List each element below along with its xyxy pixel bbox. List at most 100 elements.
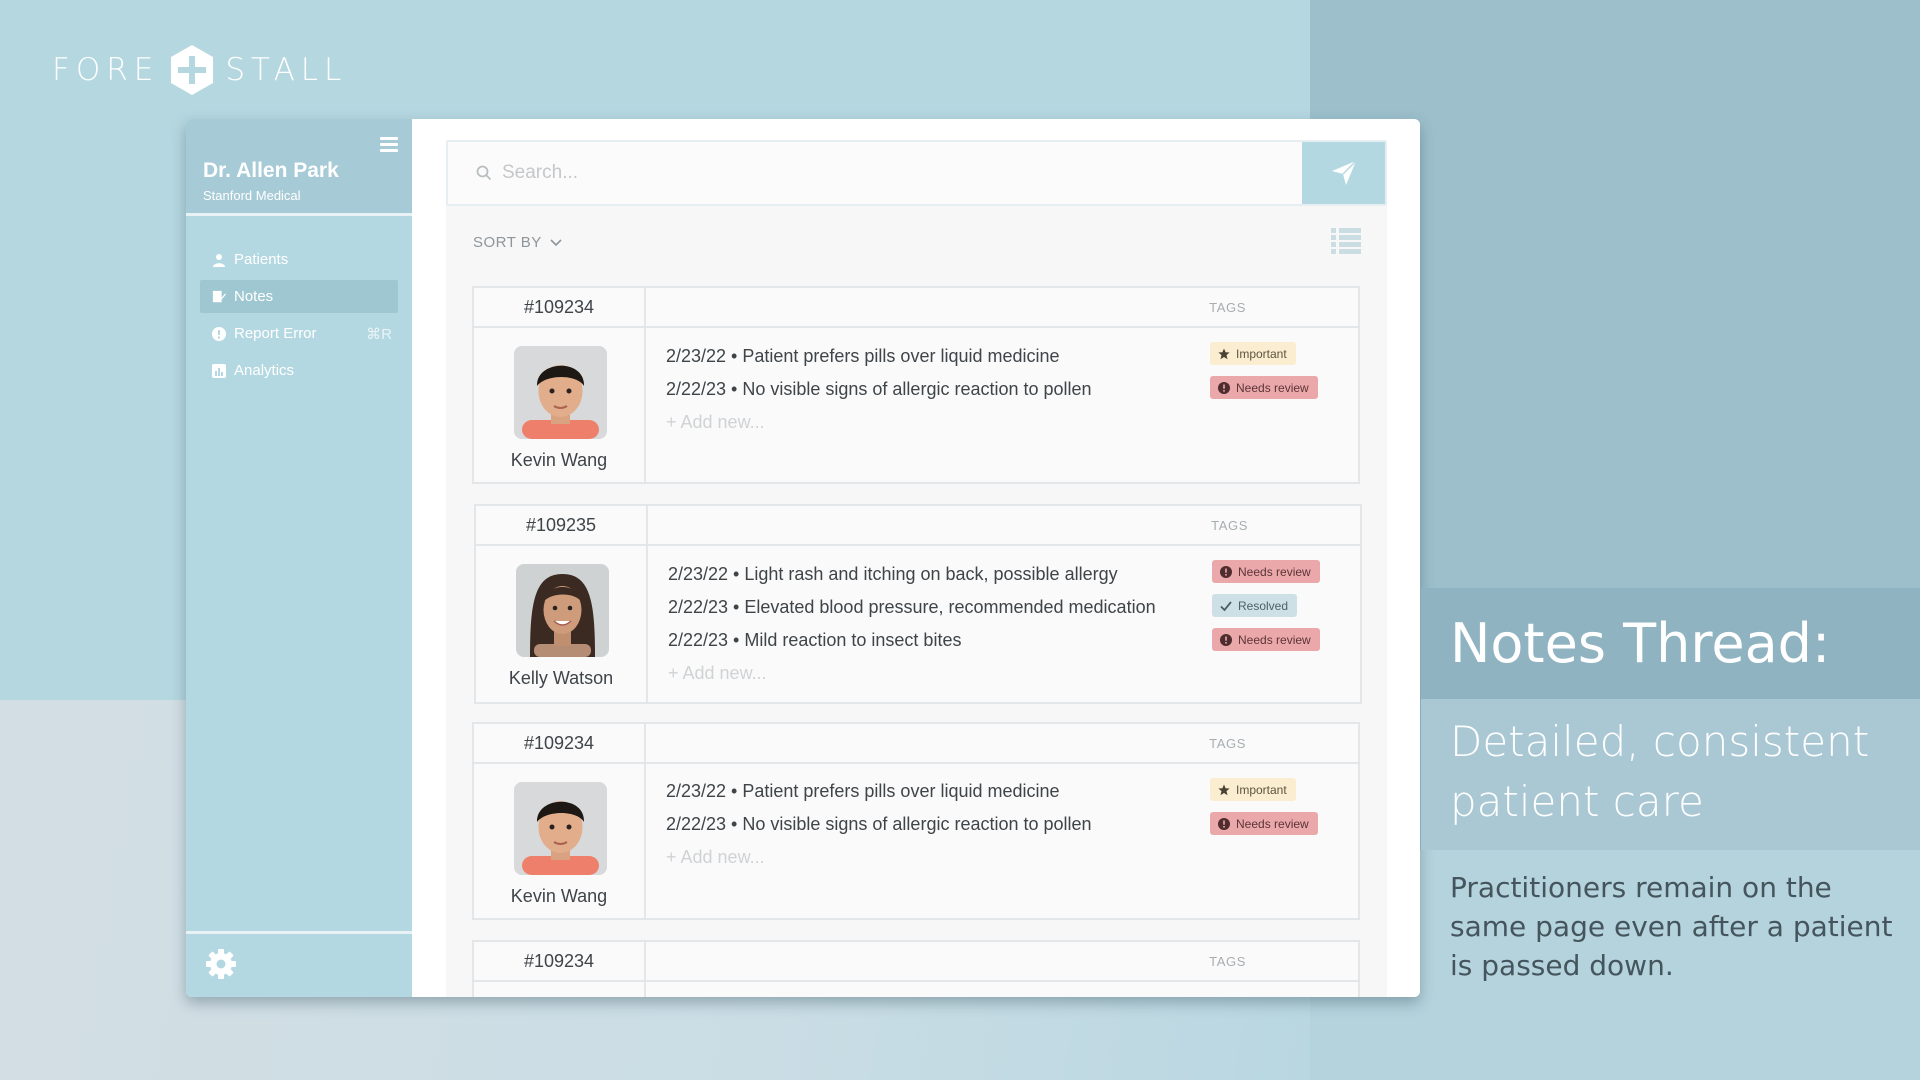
check-icon xyxy=(1220,600,1232,612)
brand-word-right: STALL xyxy=(225,52,348,88)
chevron-down-icon xyxy=(550,238,562,246)
main-panel: Search... SORT BY #109234 TAGS Kevin Wan… xyxy=(412,119,1420,997)
sidebar-item-report-error[interactable]: Report Error ⌘R xyxy=(200,317,398,350)
note-entry[interactable]: 2/23/22 • Patient prefers pills over liq… xyxy=(666,780,1092,813)
patient-cell: Kevin Wang xyxy=(474,328,646,482)
tag-list: Important Needs review xyxy=(1210,778,1318,846)
send-icon xyxy=(1331,160,1357,185)
add-note-button[interactable]: + Add new... xyxy=(666,846,1092,879)
star-icon xyxy=(1218,784,1230,796)
tag-label: Needs review xyxy=(1236,816,1309,831)
user-org: Stanford Medical xyxy=(203,188,301,203)
list-view-icon[interactable] xyxy=(1331,228,1361,254)
card-header: #109234 TAGS xyxy=(474,288,1358,328)
avatar xyxy=(514,346,607,439)
patient-name: Kevin Wang xyxy=(510,450,608,470)
patient-name: Kelly Watson xyxy=(508,668,614,688)
patient-cell: Kelly Watson xyxy=(476,546,648,702)
sidebar-item-notes[interactable]: Notes xyxy=(200,280,398,313)
list-toolbar: SORT BY xyxy=(446,206,1387,272)
note-card[interactable]: #109235 TAGS Kelly Watson 2/23/22 • Ligh… xyxy=(474,504,1362,704)
add-note-button[interactable]: + Add new... xyxy=(666,411,1092,444)
tag-needs-review[interactable]: Needs review xyxy=(1212,628,1320,651)
shortcut-hint: ⌘R xyxy=(366,325,392,343)
chart-icon xyxy=(212,363,226,378)
tag-label: Important xyxy=(1236,346,1287,361)
alert-icon xyxy=(1220,633,1232,646)
note-entry[interactable]: 2/22/23 • Mild reaction to insect bites xyxy=(668,629,1156,662)
user-name: Dr. Allen Park xyxy=(203,159,339,182)
note-entry[interactable]: 2/22/23 • Elevated blood pressure, recom… xyxy=(668,596,1156,629)
tag-label: Needs review xyxy=(1238,632,1311,647)
notes-thread: 2/23/22 • Patient prefers pills over liq… xyxy=(646,328,1092,482)
notes-list: SORT BY #109234 TAGS Kevin Wang 2/23/22 … xyxy=(446,206,1387,997)
feature-title: Notes Thread: xyxy=(1450,612,1831,675)
send-button[interactable] xyxy=(1302,142,1385,204)
sidebar-item-analytics[interactable]: Analytics xyxy=(200,354,398,387)
alert-icon xyxy=(1218,381,1230,394)
menu-icon[interactable] xyxy=(380,137,398,155)
tag-resolved[interactable]: Resolved xyxy=(1212,594,1298,617)
star-icon xyxy=(1218,348,1230,360)
tag-label: Needs review xyxy=(1238,564,1311,579)
tag-list: Important Needs review xyxy=(1210,342,1318,410)
sort-dropdown[interactable]: SORT BY xyxy=(473,234,562,251)
patient-id: #109235 xyxy=(476,506,648,544)
sidebar-nav: Patients Notes Report Error ⌘R Analytics xyxy=(186,243,412,387)
hex-cross-icon xyxy=(171,45,214,95)
tags-header: TAGS xyxy=(1209,300,1246,315)
sidebar-item-label: Report Error xyxy=(234,325,317,342)
alert-icon xyxy=(1218,817,1230,830)
tags-header: TAGS xyxy=(1209,954,1246,969)
note-entry[interactable]: 2/22/23 • No visible signs of allergic r… xyxy=(666,378,1092,411)
alert-icon xyxy=(1220,565,1232,578)
tag-label: Important xyxy=(1236,782,1287,797)
brand-logo: FORE STALL xyxy=(52,44,347,96)
feature-description: Practitioners remain on the same page ev… xyxy=(1450,871,1893,982)
feature-subtitle: Detailed, consistent patient care xyxy=(1450,717,1870,826)
gear-icon[interactable] xyxy=(206,949,236,979)
app-window: Dr. Allen Park Stanford Medical Patients… xyxy=(186,119,1420,997)
patient-id: #109234 xyxy=(474,724,646,762)
notes-thread: 2/23/22 • Light rash and itching on back… xyxy=(648,546,1156,702)
note-card[interactable]: #109234 TAGS xyxy=(472,286,1360,484)
alert-icon xyxy=(212,326,226,341)
brand-word-left: FORE xyxy=(52,52,160,88)
add-note-button[interactable]: + Add new... xyxy=(668,662,1156,695)
note-entry[interactable]: 2/22/23 • No visible signs of allergic r… xyxy=(666,813,1092,846)
tag-needs-review[interactable]: Needs review xyxy=(1210,376,1318,399)
notes-thread: 2/23/22 • Patient prefers pills over liq… xyxy=(646,764,1092,918)
card-body: Kevin Wang 2/23/22 • Patient prefers pil… xyxy=(474,764,1358,918)
card-body xyxy=(474,982,1358,997)
tags-header: TAGS xyxy=(1209,736,1246,751)
sidebar-item-label: Analytics xyxy=(234,362,295,379)
search-placeholder: Search... xyxy=(502,162,579,183)
avatar xyxy=(516,564,609,657)
note-card[interactable]: #109234 TAGS xyxy=(472,722,1360,920)
tag-needs-review[interactable]: Needs review xyxy=(1210,812,1318,835)
card-body: Kevin Wang 2/23/22 • Patient prefers pil… xyxy=(474,328,1358,482)
search-icon xyxy=(476,165,492,181)
search-input[interactable]: Search... xyxy=(448,142,1302,204)
note-entry[interactable]: 2/23/22 • Patient prefers pills over liq… xyxy=(666,345,1092,378)
sidebar-item-label: Patients xyxy=(234,251,289,268)
note-entry[interactable]: 2/23/22 • Light rash and itching on back… xyxy=(668,563,1156,596)
tag-needs-review[interactable]: Needs review xyxy=(1212,560,1320,583)
profile-header: Dr. Allen Park Stanford Medical xyxy=(186,119,412,216)
notes-icon xyxy=(212,290,226,304)
card-header: #109234 TAGS xyxy=(474,942,1358,982)
card-header: #109234 TAGS xyxy=(474,724,1358,764)
sidebar-footer xyxy=(186,931,412,997)
tag-label: Resolved xyxy=(1238,598,1289,613)
person-icon xyxy=(212,253,226,267)
tag-important[interactable]: Important xyxy=(1210,778,1296,801)
tags-header: TAGS xyxy=(1211,518,1248,533)
tag-important[interactable]: Important xyxy=(1210,342,1296,365)
card-header: #109235 TAGS xyxy=(476,506,1360,546)
sidebar-item-label: Notes xyxy=(234,288,274,305)
patient-id: #109234 xyxy=(474,288,646,326)
search-bar: Search... xyxy=(446,140,1387,206)
sidebar-item-patients[interactable]: Patients xyxy=(200,243,398,276)
avatar xyxy=(514,782,607,875)
note-card[interactable]: #109234 TAGS xyxy=(472,940,1360,997)
